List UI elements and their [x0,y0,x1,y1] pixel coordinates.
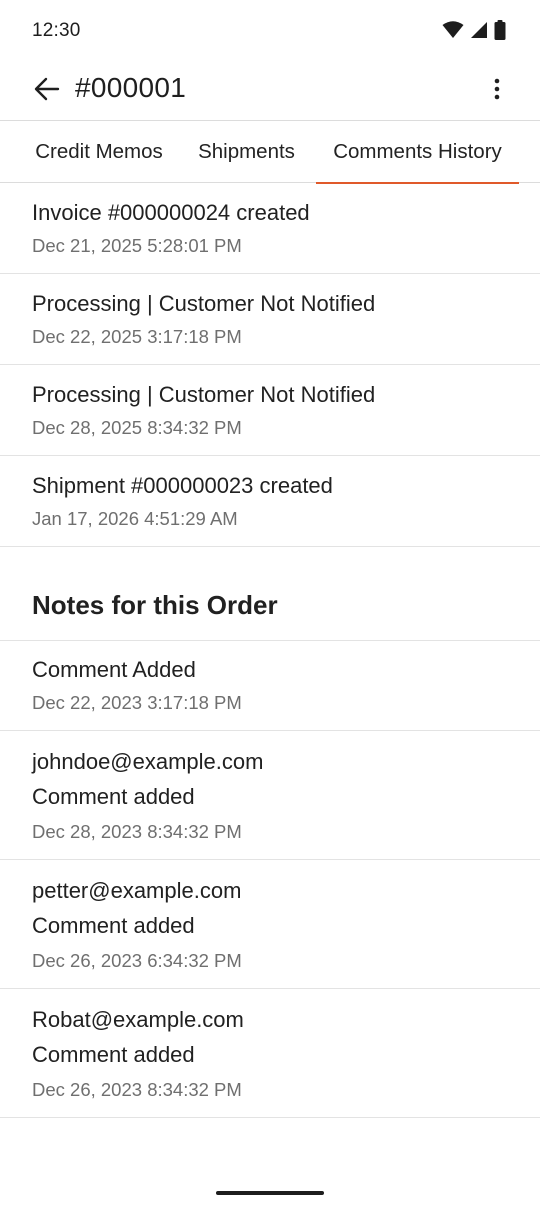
note-author: johndoe@example.com [32,749,264,774]
notes-heading: Notes for this Order [32,590,278,620]
note-item: Comment Added Dec 22, 2023 3:17:18 PM [0,641,540,731]
history-item-date: Dec 28, 2025 8:34:32 PM [32,417,242,438]
tab-credit-memos[interactable]: Credit Memos [18,121,180,183]
gesture-nav-handle[interactable] [216,1191,324,1195]
note-item: petter@example.com Comment added Dec 26,… [0,860,540,989]
history-item-title: Processing | Customer Not Notified [32,291,376,316]
note-author: Robat@example.com [32,1007,244,1032]
history-item: Processing | Customer Not Notified Dec 2… [0,274,540,365]
history-item-title: Shipment #000000023 created [32,473,333,498]
app-bar: #000001 [0,62,540,120]
history-item: Processing | Customer Not Notified Dec 2… [0,365,540,456]
history-item-date: Dec 22, 2025 3:17:18 PM [32,326,242,347]
battery-icon [494,19,506,45]
note-date: Dec 26, 2023 8:34:32 PM [32,1079,242,1100]
note-comment: Comment Added [32,657,196,682]
back-button[interactable] [30,74,64,108]
note-date: Dec 26, 2023 6:34:32 PM [32,950,242,971]
note-item: johndoe@example.com Comment added Dec 28… [0,731,540,860]
note-comment: Comment added [32,784,195,809]
history-item: Invoice #000000024 created Dec 21, 2025 … [0,183,540,274]
tab-bar: Credit Memos Shipments Comments History [0,120,540,184]
page-title: #000001 [75,72,187,103]
history-item-title: Processing | Customer Not Notified [32,382,376,407]
note-item: Robat@example.com Comment added Dec 26, … [0,989,540,1118]
tab-comments-history[interactable]: Comments History [316,121,519,184]
arrow-left-icon [34,77,60,106]
more-options-button[interactable] [490,74,504,108]
note-date: Dec 28, 2023 8:34:32 PM [32,821,242,842]
signal-icon [470,21,488,44]
status-time: 12:30 [32,20,81,41]
history-item-date: Jan 17, 2026 4:51:29 AM [32,508,238,529]
more-vert-icon [494,78,500,105]
status-icons [442,19,506,45]
note-date: Dec 22, 2023 3:17:18 PM [32,692,242,713]
history-item-title: Invoice #000000024 created [32,200,310,225]
tab-shipments[interactable]: Shipments [184,121,309,183]
note-comment: Comment added [32,1042,195,1067]
note-comment: Comment added [32,913,195,938]
history-item-date: Dec 21, 2025 5:28:01 PM [32,235,242,256]
history-item: Shipment #000000023 created Jan 17, 2026… [0,456,540,547]
status-bar: 12:30 [0,0,540,62]
wifi-icon [442,20,464,44]
note-author: petter@example.com [32,878,242,903]
